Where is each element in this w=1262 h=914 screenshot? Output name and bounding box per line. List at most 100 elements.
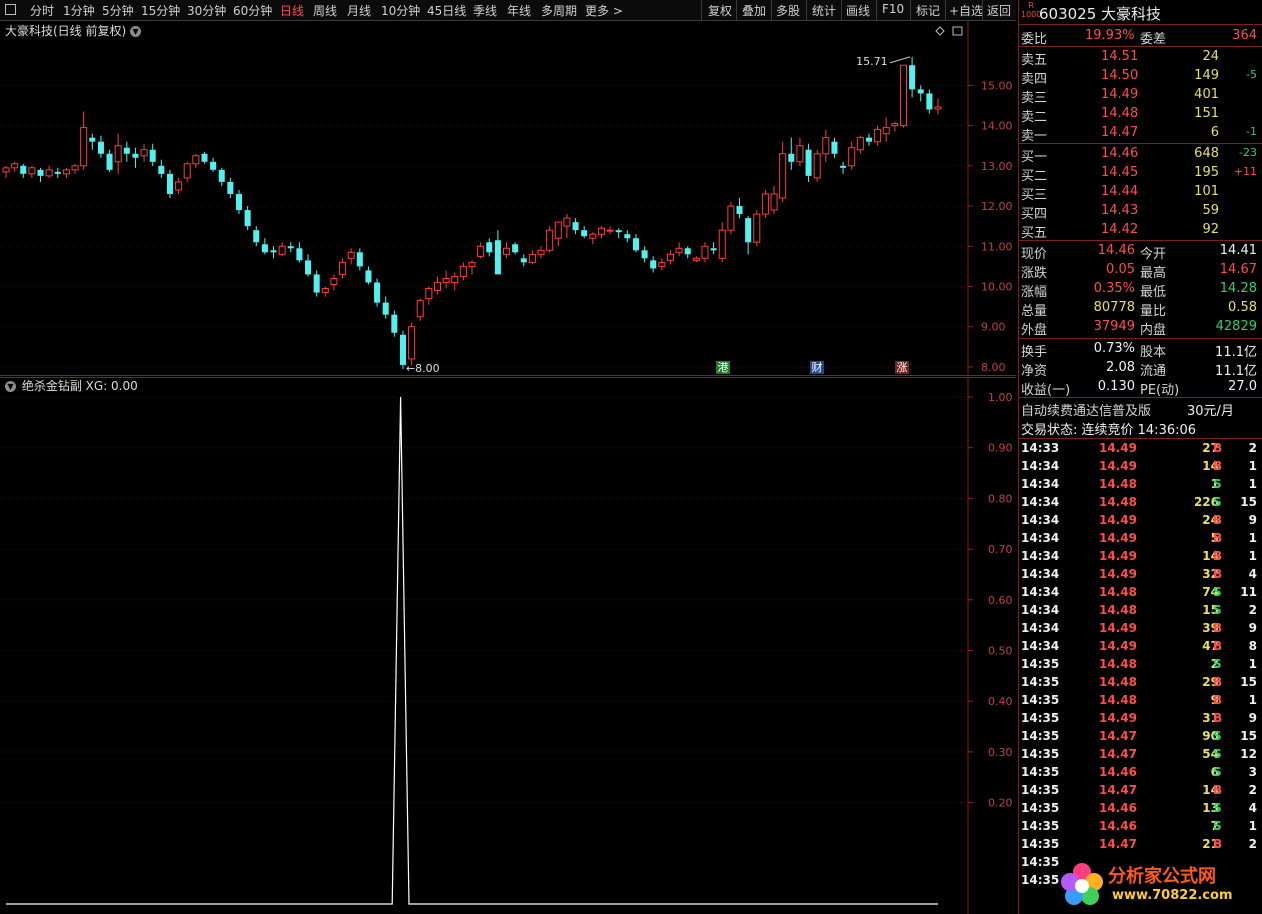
candle-body [80,127,88,167]
candle-body [374,282,381,303]
stat-label: 最低 [1140,285,1167,300]
tick-time: 14:35 [1021,693,1060,707]
tag-finance[interactable]: 财 [810,361,824,374]
tick-count: 4 [1248,801,1257,815]
ask-change: -1 [1246,125,1257,138]
tick-time: 14:34 [1021,639,1060,653]
period-30min[interactable]: 30分钟 [187,2,226,19]
fund-value: 11.1亿 [1215,345,1257,360]
bid-row: 买一 14.46 648 -23 [1019,145,1262,165]
ad-row[interactable]: 自动续费通达信普及版 30元/月 [1019,399,1262,419]
tool-overlay[interactable]: 叠加 [742,2,766,19]
more-button[interactable]: 更多 > [585,2,623,19]
candle-body [132,153,139,158]
period-daily[interactable]: 日线 [280,2,304,19]
fund-label: 股本 [1140,345,1167,360]
indicator-chart[interactable]: 1.00 0.90 0.80 0.70 0.60 0.50 0.40 0.30 0.20 [0,377,1016,914]
period-yearly[interactable]: 年线 [507,2,531,19]
tick-row: 14:35 14.47 90 S 15 [1019,728,1262,746]
tool-stats[interactable]: 统计 [812,2,836,19]
bid-volume: 648 [1194,146,1219,161]
period-weekly[interactable]: 周线 [313,2,337,19]
candle-body [123,147,130,154]
tool-draw[interactable]: 画线 [846,2,870,19]
ask-volume: 401 [1194,87,1219,102]
tick-price: 14.46 [1099,801,1137,815]
tag-hk[interactable]: 港 [716,361,730,374]
tick-time: 14:35 [1021,747,1060,761]
candle-body [934,106,942,110]
tick-price: 14.49 [1099,441,1137,455]
tick-row: 14:34 14.48 1 S 1 [1019,476,1262,494]
candle-body [339,261,347,275]
tick-count: 11 [1240,585,1257,599]
candle-body [779,153,787,199]
tool-add-watchlist[interactable]: +自选 [949,2,983,19]
period-5min[interactable]: 5分钟 [102,2,134,19]
tick-count: 9 [1248,513,1257,527]
tick-row: 14:35 14.46 13 S 4 [1019,800,1262,818]
candle-body [917,89,924,94]
tick-time: 14:35 [1021,657,1060,671]
stock-title: 大豪科技 [1101,5,1162,23]
tick-row: 14:35 14.47 54 S 12 [1019,746,1262,764]
candle-body [805,149,812,176]
tick-price: 14.48 [1099,585,1137,599]
tick-row: 14:33 14.49 27 B 2 [1019,440,1262,458]
candle-body [166,173,173,194]
window-menu-icon[interactable] [5,4,16,15]
weicha-label: 委差 [1140,32,1167,47]
candlestick-chart[interactable]: 15.00 14.00 13.00 12.00 11.00 10.00 9.00 8.00 [0,21,1016,376]
period-multi[interactable]: 多周期 [541,2,577,19]
stat-value: 42829 [1215,319,1257,334]
flower-logo-icon [1061,863,1103,905]
tick-side: S [1213,765,1222,779]
candle-body [62,169,70,175]
candle-body [442,277,450,283]
bid-level-label: 买四 [1021,207,1048,222]
bid-volume: 101 [1194,184,1219,199]
tool-multi-stock[interactable]: 多股 [776,2,800,19]
period-fenshi[interactable]: 分时 [30,2,54,19]
fund-value: 11.1亿 [1215,364,1257,379]
tick-price: 14.48 [1099,657,1137,671]
tool-mark[interactable]: 标记 [916,2,940,19]
period-15min[interactable]: 15分钟 [141,2,180,19]
tick-side: B [1213,711,1223,725]
period-10min[interactable]: 10分钟 [381,2,420,19]
tick-price: 14.49 [1099,567,1137,581]
period-monthly[interactable]: 月线 [347,2,371,19]
tick-price: 14.49 [1099,639,1137,653]
candle-body [856,137,864,151]
bid-row: 买五 14.42 92 [1019,221,1262,241]
period-1min[interactable]: 1分钟 [63,2,95,19]
stat-value: 14.41 [1219,243,1257,258]
fund-value: 0.130 [1097,379,1135,394]
ask-row: 卖五 14.51 24 [1019,48,1262,68]
period-quarterly[interactable]: 季线 [473,2,497,19]
tick-time: 14:35 [1021,783,1060,797]
tick-time: 14:34 [1021,477,1060,491]
tool-back[interactable]: 返回 [987,2,1011,19]
tool-f10[interactable]: F10 [882,2,904,16]
tick-side: B [1213,531,1223,545]
tool-fuquan[interactable]: 复权 [708,2,732,19]
candle-body [882,127,890,135]
candle-body [391,314,398,333]
tick-side: S [1213,657,1222,671]
window-icon [952,26,963,36]
y-tick-label: 8.00 [981,361,1006,374]
candle-body [666,253,675,261]
candle-body [796,145,804,163]
bid-change: -23 [1239,146,1257,159]
tag-limit-up[interactable]: 涨 [895,361,909,374]
candle-body [563,217,571,227]
more-label: 更多 [585,4,610,18]
ask-level-label: 卖三 [1021,91,1048,106]
candle-body [658,261,666,267]
ad-price: 30元/月 [1187,404,1234,419]
candle-body [296,248,303,261]
period-60min[interactable]: 60分钟 [233,2,272,19]
period-45day[interactable]: 45日线 [427,2,466,19]
tick-row: 14:34 14.49 14 B 1 [1019,458,1262,476]
